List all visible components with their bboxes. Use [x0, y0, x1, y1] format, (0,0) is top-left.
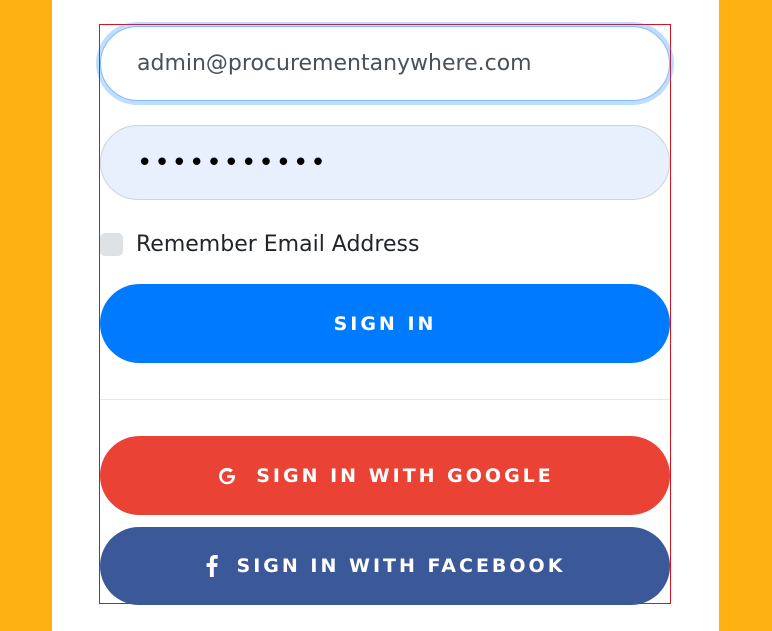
sign-in-button-label: SIGN IN [333, 312, 437, 335]
sign-in-with-facebook-label: SIGN IN WITH FACEBOOK [236, 555, 566, 577]
facebook-icon [205, 555, 219, 577]
remember-email-label[interactable]: Remember Email Address [136, 232, 419, 257]
sign-in-button[interactable]: SIGN IN [100, 284, 670, 363]
password-input-value: ••••••••••• [137, 147, 328, 178]
remember-email-checkbox[interactable] [100, 232, 123, 256]
sign-in-with-google-button[interactable]: SIGN IN WITH GOOGLE [100, 436, 670, 515]
remember-email-row[interactable]: Remember Email Address [100, 226, 419, 262]
sign-in-with-facebook-button[interactable]: SIGN IN WITH FACEBOOK [100, 527, 670, 605]
sign-in-with-google-label: SIGN IN WITH GOOGLE [256, 464, 554, 487]
password-input[interactable]: ••••••••••• [100, 125, 670, 200]
email-input-value: admin@procurementanywhere.com [137, 51, 532, 76]
google-icon [216, 465, 238, 487]
divider [100, 399, 670, 400]
email-input[interactable]: admin@procurementanywhere.com [100, 26, 670, 101]
